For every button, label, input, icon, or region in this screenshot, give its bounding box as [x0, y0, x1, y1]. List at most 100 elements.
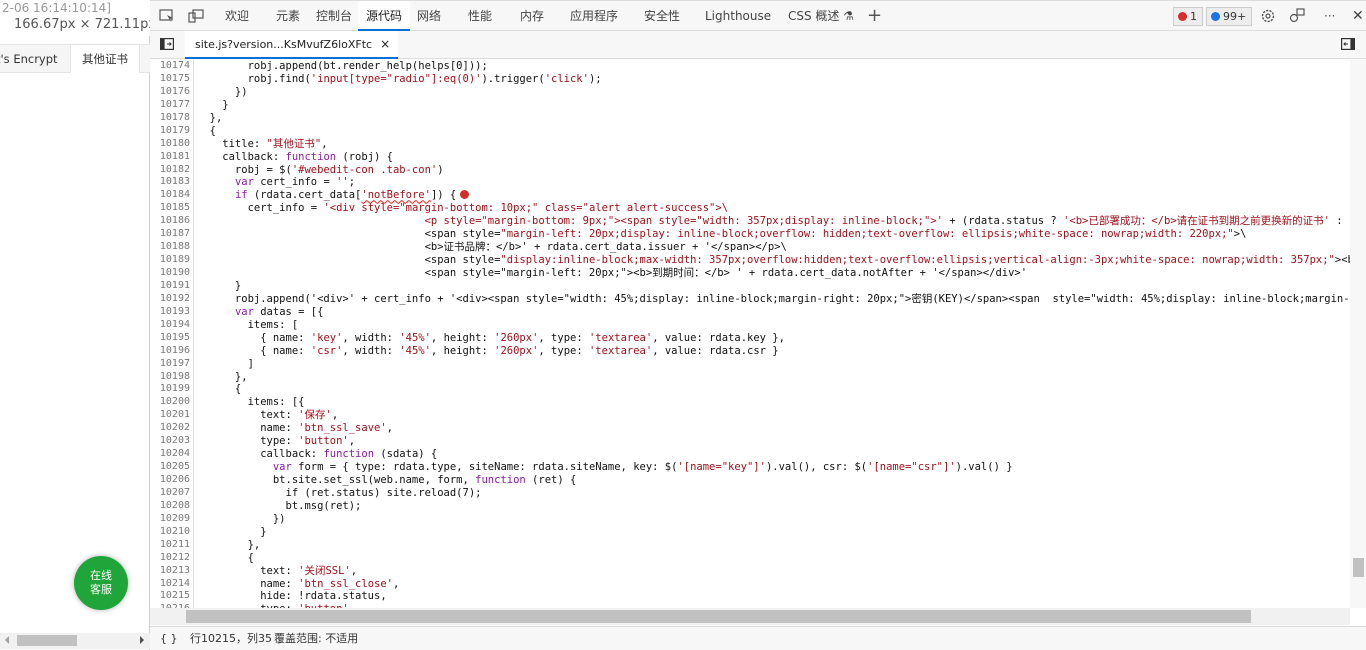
- line-number[interactable]: 10181: [150, 151, 190, 164]
- gear-icon[interactable]: [1260, 8, 1276, 23]
- line-number[interactable]: 10215: [150, 590, 190, 603]
- line-number[interactable]: 10174: [150, 60, 190, 73]
- line-number[interactable]: 10204: [150, 448, 190, 461]
- more-options-button[interactable]: ···: [1316, 1, 1343, 31]
- tab-application[interactable]: 应用程序: [562, 1, 626, 31]
- line-number[interactable]: 10203: [150, 435, 190, 448]
- toggle-navigator-icon[interactable]: [160, 38, 176, 52]
- page-horizontal-scrollbar[interactable]: [0, 633, 150, 649]
- tab-console[interactable]: 控制台: [308, 1, 360, 31]
- code-text: <b>证书品牌：</b>' + rdata.cert_data.issuer +…: [197, 241, 787, 254]
- line-number[interactable]: 10195: [150, 332, 190, 345]
- scrollbar-thumb[interactable]: [17, 635, 77, 646]
- editor-vertical-scrollbar[interactable]: [1350, 60, 1366, 608]
- coverage-status: 覆盖范围: 不适用: [274, 632, 359, 645]
- line-number[interactable]: 10214: [150, 578, 190, 591]
- line-number[interactable]: 10190: [150, 267, 190, 280]
- errors-badge[interactable]: 1: [1173, 7, 1203, 26]
- tab-welcome[interactable]: 欢迎: [217, 1, 257, 31]
- code-line: 10184 if (rdata.cert_data['notBefore']) …: [150, 189, 1350, 202]
- line-number[interactable]: 10201: [150, 409, 190, 422]
- scrollbar-thumb[interactable]: [1353, 558, 1364, 577]
- line-number[interactable]: 10182: [150, 164, 190, 177]
- line-number[interactable]: 10205: [150, 461, 190, 474]
- line-number[interactable]: 10202: [150, 422, 190, 435]
- line-number[interactable]: 10211: [150, 539, 190, 552]
- line-number[interactable]: 10212: [150, 552, 190, 565]
- code-text: { name: 'csr', width: '45%', height: '26…: [197, 344, 779, 357]
- code-line: 10194 items: [: [150, 319, 1350, 332]
- line-number[interactable]: 10200: [150, 396, 190, 409]
- line-number[interactable]: 10192: [150, 293, 190, 306]
- line-number[interactable]: 10198: [150, 371, 190, 384]
- tab-memory[interactable]: 内存: [512, 1, 552, 31]
- line-number[interactable]: 10207: [150, 487, 190, 500]
- tab-elements[interactable]: 元素: [268, 1, 308, 31]
- line-number[interactable]: 10179: [150, 125, 190, 138]
- line-number[interactable]: 10184: [150, 189, 190, 202]
- tab-other-cert[interactable]: 其他证书: [70, 45, 140, 73]
- code-line: 10185 cert_info = '<div style="margin-bo…: [150, 202, 1350, 215]
- line-number[interactable]: 10191: [150, 280, 190, 293]
- code-line: 10208 bt.msg(ret);: [150, 500, 1350, 513]
- code-text: var form = { type: rdata.type, siteName:…: [272, 461, 1013, 474]
- scroll-right-icon[interactable]: [140, 636, 144, 644]
- tab-network[interactable]: 网络: [409, 1, 449, 31]
- line-number[interactable]: 10193: [150, 306, 190, 319]
- scrollbar-thumb[interactable]: [186, 610, 1251, 623]
- code-line: 10176 }): [150, 86, 1350, 99]
- line-number[interactable]: 10197: [150, 358, 190, 371]
- line-number[interactable]: 10188: [150, 241, 190, 254]
- messages-badge[interactable]: 99+: [1206, 7, 1253, 26]
- tab-css-overview[interactable]: CSS 概述 ⚗: [780, 1, 862, 31]
- line-number[interactable]: 10194: [150, 319, 190, 332]
- inspect-element-icon[interactable]: [159, 9, 175, 23]
- online-support-button[interactable]: 在线 客服: [74, 556, 128, 610]
- line-number[interactable]: 10177: [150, 99, 190, 112]
- code-line: 10178 },: [150, 112, 1350, 125]
- line-number[interactable]: 10176: [150, 86, 190, 99]
- line-number[interactable]: 10199: [150, 383, 190, 396]
- code-text: },: [197, 538, 261, 551]
- code-text: title: "其他证书",: [197, 137, 328, 150]
- line-number[interactable]: 10183: [150, 176, 190, 189]
- line-number[interactable]: 10196: [150, 345, 190, 358]
- code-text: ]: [197, 357, 254, 370]
- editor-horizontal-scrollbar[interactable]: [150, 608, 1350, 625]
- device-toolbar-icon[interactable]: [188, 9, 204, 23]
- messages-count: 99+: [1223, 10, 1247, 23]
- tab-lets-encrypt[interactable]: t's Encrypt: [0, 45, 70, 73]
- tab-sources[interactable]: 源代码: [358, 1, 411, 31]
- line-number[interactable]: 10213: [150, 565, 190, 578]
- file-tab-bar: site.js?version...KsMvufZ6loXFtc ×: [150, 31, 1366, 59]
- tab-security[interactable]: 安全性: [636, 1, 688, 31]
- line-number[interactable]: 10210: [150, 526, 190, 539]
- scroll-left-icon[interactable]: [5, 636, 9, 644]
- line-number[interactable]: 10186: [150, 215, 190, 228]
- line-number[interactable]: 10185: [150, 202, 190, 215]
- code-text: <p style="margin-bottom: 9px;"><span sty…: [197, 215, 1350, 228]
- line-number[interactable]: 10189: [150, 254, 190, 267]
- code-editor[interactable]: 10174 robj.append(bt.render_help(helps[0…: [150, 60, 1350, 608]
- line-number[interactable]: 10175: [150, 73, 190, 86]
- code-text: }: [197, 98, 229, 111]
- line-number[interactable]: 10209: [150, 513, 190, 526]
- close-file-tab-icon[interactable]: ×: [380, 37, 390, 51]
- line-number[interactable]: 10208: [150, 500, 190, 513]
- pretty-print-button[interactable]: { }: [160, 627, 178, 650]
- line-number[interactable]: 10206: [150, 474, 190, 487]
- code-line: 10193 var datas = [{: [150, 306, 1350, 319]
- line-number[interactable]: 10180: [150, 138, 190, 151]
- error-marker-icon[interactable]: [460, 190, 470, 200]
- file-tab-site-js[interactable]: site.js?version...KsMvufZ6loXFtc ×: [185, 31, 399, 59]
- line-number[interactable]: 10178: [150, 112, 190, 125]
- feedback-icon[interactable]: [1289, 8, 1305, 23]
- tab-performance[interactable]: 性能: [460, 1, 500, 31]
- line-number[interactable]: 10187: [150, 228, 190, 241]
- close-devtools-button[interactable]: ✕: [1344, 1, 1366, 31]
- code-line: 10211 },: [150, 539, 1350, 552]
- add-tab-button[interactable]: +: [859, 1, 890, 31]
- toggle-debugger-icon[interactable]: [1341, 38, 1357, 52]
- code-text: {: [197, 551, 254, 564]
- tab-lighthouse[interactable]: Lighthouse: [697, 1, 779, 31]
